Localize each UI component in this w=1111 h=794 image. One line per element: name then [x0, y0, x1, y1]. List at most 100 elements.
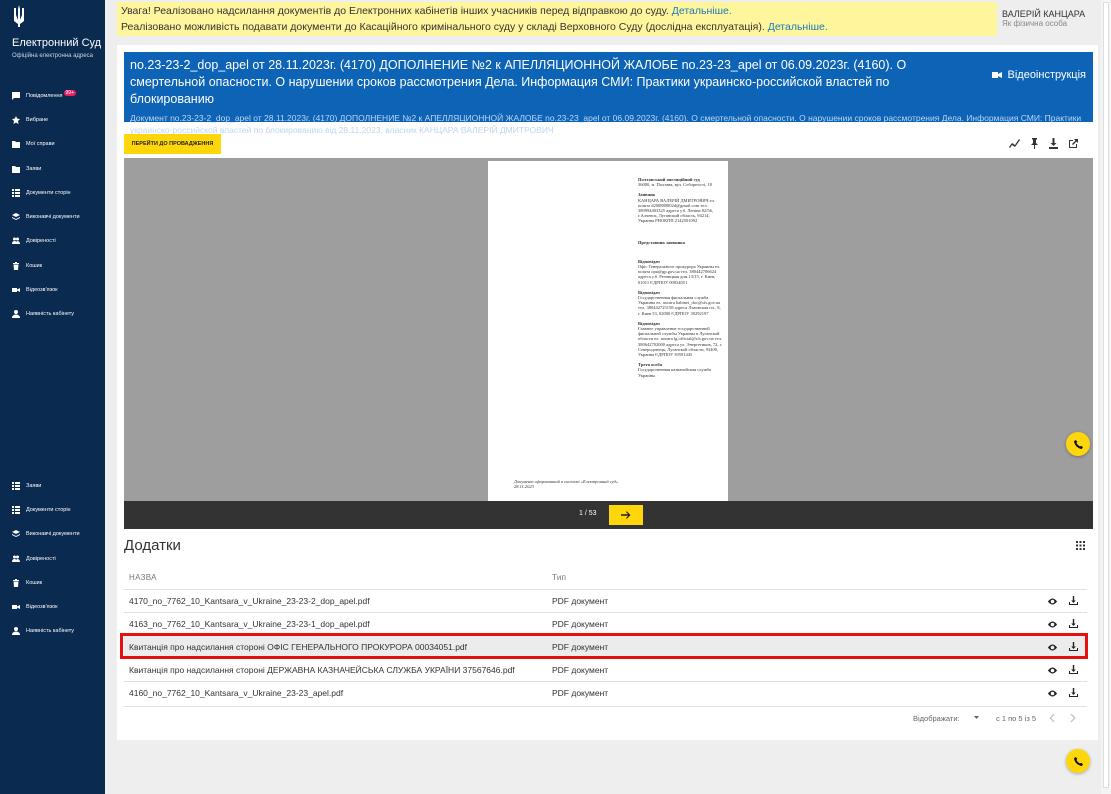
- sidebar-item-party-documents-2[interactable]: Документи сторін: [12, 502, 71, 518]
- document-page-preview: Полтавський апеляційний суд 36000, м. По…: [488, 161, 728, 501]
- pagination-range: с 1 по 5 із 5: [996, 714, 1037, 723]
- person-icon: [12, 310, 20, 318]
- download-icon[interactable]: [1069, 619, 1078, 628]
- table-row[interactable]: 4163_no_7762_10_Kantsara_v_Ukraine_23-23…: [124, 612, 1087, 635]
- open-external-icon[interactable]: [1068, 138, 1079, 149]
- attachment-name: Квитанція про надсилання стороні ДЕРЖАВН…: [129, 665, 515, 675]
- list-icon: [12, 482, 20, 490]
- download-icon[interactable]: [1069, 665, 1078, 674]
- sidebar-item-video-call-2[interactable]: Відеозв'язок: [12, 599, 58, 615]
- sidebar-item-video-call[interactable]: Відеозв'язок: [12, 282, 58, 298]
- grid-view-icon[interactable]: [1076, 541, 1085, 550]
- sidebar: Електронний Суд Офіційна електронна адре…: [0, 0, 105, 794]
- user-menu[interactable]: ВАЛЕРІЙ КАНЦАРА Як фізична особа: [1002, 9, 1097, 28]
- brand[interactable]: Електронний Суд Офіційна електронна адре…: [12, 5, 101, 59]
- sidebar-item-powers-of-attorney[interactable]: Довіреності: [12, 233, 56, 249]
- sidebar-item-cabinet-availability-2[interactable]: Наявність кабінету: [12, 623, 74, 639]
- sidebar-item-label: Вибране: [26, 117, 49, 123]
- column-header-name[interactable]: НАЗВА: [129, 573, 157, 582]
- banner-line-2: Реалізовано можливість подавати документ…: [121, 21, 765, 33]
- list-icon: [12, 506, 20, 514]
- video-camera-icon: [12, 288, 20, 292]
- people-icon: [12, 555, 20, 562]
- chevron-down-icon[interactable]: [972, 715, 981, 721]
- attachments-title: Додатки: [124, 537, 181, 554]
- chart-line-icon[interactable]: [1009, 138, 1020, 149]
- go-to-proceeding-button[interactable]: ПЕРЕЙТИ ДО ПРОВАДЖЕННЯ: [124, 134, 221, 154]
- sidebar-item-label: Заяви: [26, 483, 42, 489]
- sidebar-item-favorites[interactable]: Вибране: [12, 112, 48, 128]
- sidebar-item-label: Виконавчі документи: [26, 214, 80, 220]
- table-row[interactable]: Квитанція про надсилання стороні ДЕРЖАВН…: [124, 658, 1087, 681]
- chevron-left-icon[interactable]: [1049, 714, 1057, 722]
- sidebar-item-label: Відеозв'язок: [26, 287, 58, 293]
- sidebar-item-label: Документи сторін: [26, 507, 71, 513]
- phone-icon: [1073, 439, 1083, 449]
- preview-respondent-1: Офіс Генерального прокурора Украины ел. …: [638, 264, 721, 285]
- list-icon: [12, 189, 20, 197]
- sidebar-item-applications[interactable]: Заяви: [12, 161, 41, 177]
- column-header-type[interactable]: Тип: [552, 573, 566, 582]
- user-name: ВАЛЕРІЙ КАНЦАРА: [1002, 9, 1086, 19]
- sidebar-item-notifications[interactable]: Повідомлення 99+: [12, 88, 77, 104]
- sidebar-item-executive-documents-2[interactable]: Виконавчі документи: [12, 526, 80, 542]
- next-page-button[interactable]: [609, 505, 643, 525]
- sidebar-item-executive-documents[interactable]: Виконавчі документи: [12, 209, 80, 225]
- view-icon[interactable]: [1048, 689, 1057, 698]
- highlight-frame: [120, 633, 1088, 659]
- trash-icon: [13, 262, 19, 270]
- sidebar-item-label: Заяви: [26, 166, 42, 172]
- banner-details-link-1[interactable]: Детальніше.: [672, 5, 732, 17]
- folder-icon: [12, 166, 20, 173]
- download-icon[interactable]: [1069, 688, 1078, 697]
- banner-details-link-2[interactable]: Детальніше.: [768, 21, 828, 33]
- sidebar-item-label: Довіреності: [26, 556, 56, 562]
- people-icon: [12, 237, 20, 244]
- document-viewer[interactable]: Полтавський апеляційний суд 36000, м. По…: [124, 158, 1093, 501]
- attachment-type: PDF документ: [552, 665, 609, 675]
- sidebar-item-trash-2[interactable]: Кошик: [12, 575, 42, 591]
- preview-applicant: КАНЦАРА ВАЛЕРІЙ ДМИТРОВИЧ ел. пошта d200…: [638, 197, 715, 224]
- table-row[interactable]: 4160_no_7762_10_Kantsara_v_Ukraine_23-23…: [124, 681, 1087, 704]
- table-row[interactable]: 4170_no_7762_10_Kantsara_v_Ukraine_23-23…: [124, 589, 1087, 612]
- sidebar-item-party-documents[interactable]: Документи сторін: [12, 185, 71, 201]
- sidebar-item-label: Повідомлення: [26, 93, 63, 99]
- rows-per-page-label: Відображати:: [913, 714, 960, 723]
- preview-footer: Документ сформований в системі «Електрон…: [514, 479, 619, 490]
- star-icon: [12, 116, 20, 124]
- sidebar-item-label: Виконавчі документи: [26, 531, 80, 537]
- person-icon: [12, 627, 20, 635]
- view-icon[interactable]: [1048, 597, 1057, 606]
- sidebar-item-cabinet-availability[interactable]: Наявність кабінету: [12, 306, 74, 322]
- page-counter: 1 / 53: [579, 510, 597, 517]
- chevron-right-icon[interactable]: [1068, 714, 1076, 722]
- sidebar-item-label: Відеозв'язок: [26, 604, 58, 610]
- folder-icon: [12, 141, 20, 148]
- banner-line-1: Увага! Реалізовано надсилання документів…: [121, 5, 669, 17]
- scrollbar-thumb[interactable]: [1103, 2, 1109, 788]
- sidebar-item-applications-2[interactable]: Заяви: [12, 478, 41, 494]
- preview-court-address: 36000, м. Полтава, вул. Соборності, 18: [638, 182, 712, 188]
- view-icon[interactable]: [1048, 620, 1057, 629]
- video-instruction-link[interactable]: Відеоінструкція: [991, 69, 1086, 81]
- sidebar-item-trash[interactable]: Кошик: [12, 258, 42, 274]
- page-scrollbar[interactable]: [1101, 0, 1111, 794]
- view-icon[interactable]: [1048, 666, 1057, 675]
- download-icon[interactable]: [1048, 138, 1059, 149]
- sidebar-item-my-cases[interactable]: Мої справи: [12, 136, 55, 152]
- document-description: Документ no.23-23-2_dop_apel от 28.11.20…: [130, 113, 1082, 135]
- pin-icon[interactable]: [1029, 138, 1040, 149]
- call-button[interactable]: [1066, 432, 1090, 456]
- sidebar-item-label: Мої справи: [26, 141, 55, 147]
- document-header: no.23-23-2_dop_apel от 28.11.2023г. (417…: [124, 52, 1093, 135]
- trash-icon: [13, 579, 19, 587]
- attachment-type: PDF документ: [552, 619, 609, 629]
- sidebar-item-powers-of-attorney-2[interactable]: Довіреності: [12, 551, 56, 567]
- video-camera-icon: [991, 72, 1002, 78]
- phone-icon: [1073, 756, 1083, 766]
- call-button[interactable]: [1066, 749, 1090, 773]
- attachment-name: 4170_no_7762_10_Kantsara_v_Ukraine_23-23…: [129, 596, 370, 606]
- download-icon[interactable]: [1069, 596, 1078, 605]
- attachment-name: 4160_no_7762_10_Kantsara_v_Ukraine_23-23…: [129, 688, 344, 698]
- arrow-right-icon: [621, 511, 631, 519]
